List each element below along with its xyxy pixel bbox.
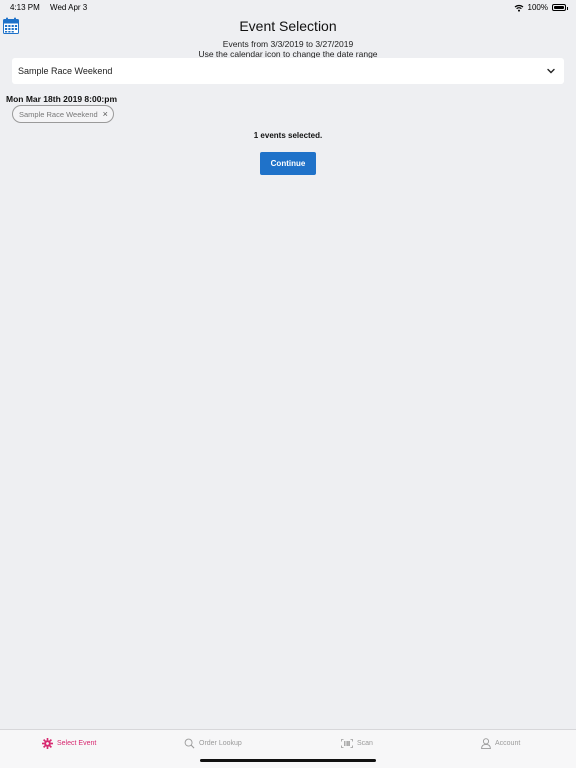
event-select-value: Sample Race Weekend: [18, 66, 113, 76]
battery-icon: [552, 4, 568, 11]
tab-label: Order Lookup: [199, 739, 242, 747]
tab-order-lookup[interactable]: Order Lookup: [184, 736, 242, 750]
selected-event-chip: Sample Race Weekend ×: [12, 105, 114, 123]
event-date-heading: Mon Mar 18th 2019 8:00:pm: [6, 94, 118, 104]
battery-fill: [554, 6, 564, 9]
tab-label: Scan: [357, 739, 373, 747]
header: Event Selection Events from 3/3/2019 to …: [0, 18, 576, 59]
gear-icon: [42, 737, 53, 749]
home-indicator[interactable]: [200, 759, 376, 762]
wifi-icon: [514, 4, 523, 12]
search-icon: [184, 738, 195, 748]
selection-summary: 1 events selected.: [253, 131, 323, 140]
status-left: 4:13 PM Wed Apr 3: [10, 3, 87, 12]
close-icon[interactable]: ×: [103, 109, 108, 119]
status-bar: 4:13 PM Wed Apr 3 100%: [0, 0, 576, 14]
tab-scan[interactable]: Scan: [341, 736, 373, 750]
user-icon: [481, 737, 491, 749]
tab-account[interactable]: Account: [481, 736, 520, 750]
event-select-dropdown[interactable]: Sample Race Weekend: [12, 58, 564, 84]
range-text: Events from 3/3/2019 to 3/27/2019: [222, 39, 354, 49]
battery-percent: 100%: [527, 3, 548, 12]
status-date: Wed Apr 3: [50, 3, 88, 12]
continue-button[interactable]: Continue: [260, 152, 316, 175]
tab-select-event[interactable]: Select Event: [42, 736, 96, 750]
tab-label: Select Event: [57, 739, 97, 747]
tab-label: Account: [495, 739, 521, 747]
status-right: 100%: [514, 3, 568, 12]
page-title: Event Selection: [239, 18, 337, 34]
chevron-down-icon: [547, 68, 555, 74]
chip-label: Sample Race Weekend: [19, 109, 98, 119]
barcode-icon: [341, 738, 353, 748]
date-range-text: Events from 3/3/2019 to 3/27/2019 Use th…: [0, 39, 576, 59]
status-time: 4:13 PM: [10, 3, 40, 12]
tab-bar: Select Event Order Lookup Scan Account: [0, 729, 576, 768]
